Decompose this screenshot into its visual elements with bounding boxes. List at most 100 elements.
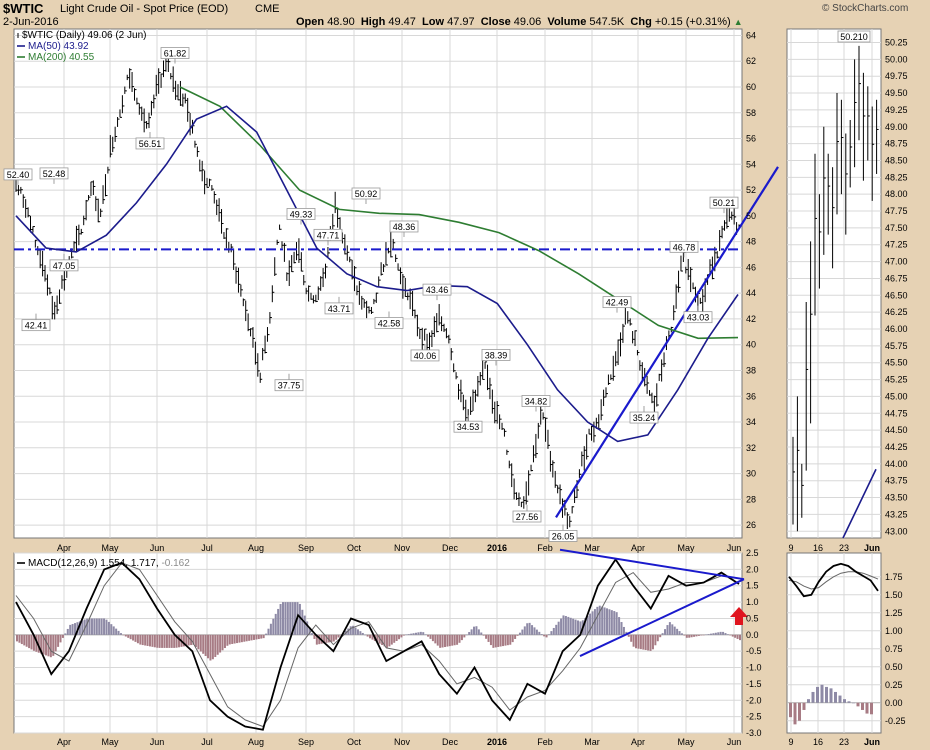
macd-histogram-bar [731, 634, 734, 637]
macd-x-tick: Aug [248, 737, 264, 747]
macd-histogram-bar [649, 634, 652, 651]
price-x-tick: Oct [347, 543, 362, 553]
macd-histogram-bar [564, 616, 567, 635]
zoom-macd-histogram-bar [802, 702, 806, 710]
macd-histogram-bar [502, 634, 505, 647]
macd-histogram-bar [115, 628, 118, 635]
zoom-y-tick: 49.50 [885, 88, 908, 98]
macd-histogram-bar [676, 628, 679, 635]
macd-histogram-bar [654, 634, 657, 646]
swing-label: 52.40 [7, 170, 30, 180]
zoom-macd-histogram-bar [834, 691, 837, 703]
macd-histogram-bar [714, 632, 717, 635]
swing-label: 35.24 [633, 413, 656, 423]
swing-label: 49.33 [290, 209, 313, 219]
macd-legend-value: -0.162 [161, 558, 190, 569]
macd-histogram-bar [178, 634, 181, 648]
price-y-tick: 50 [746, 211, 756, 221]
zoom-y-tick: 50.00 [885, 54, 908, 64]
macd-histogram-bar [477, 629, 480, 635]
macd-histogram-bar [717, 632, 720, 635]
macd-histogram-bar [724, 633, 727, 635]
macd-histogram-bar [107, 621, 110, 635]
macd-histogram-bar [417, 632, 420, 635]
zoom-high-label: 50.210 [840, 32, 868, 42]
macd-x-tick: Apr [57, 737, 71, 747]
swing-label: 42.41 [25, 321, 48, 331]
macd-histogram-bar [596, 606, 599, 635]
macd-histogram-bar [422, 632, 425, 635]
macd-histogram-bar [535, 629, 538, 635]
macd-histogram-bar [359, 631, 362, 635]
macd-histogram-bar [610, 610, 613, 635]
swing-label: 50.21 [713, 198, 736, 208]
macd-histogram-bar [576, 620, 579, 635]
macd-histogram-bar [303, 615, 306, 635]
macd-histogram-bar [465, 634, 468, 636]
macd-histogram-bar [30, 634, 33, 650]
macd-histogram-bar [28, 634, 31, 649]
macd-histogram-bar [61, 634, 64, 638]
macd-histogram-bar [144, 634, 147, 646]
macd-histogram-bar [608, 609, 611, 635]
zoom-y-tick: 48.00 [885, 189, 908, 199]
macd-histogram-bar [219, 634, 222, 653]
macd-histogram-bar [543, 634, 546, 637]
macd-histogram-bar [262, 634, 265, 639]
macd-histogram-bar [557, 621, 560, 635]
macd-histogram-bar [555, 624, 558, 635]
macd-y-tick: -2.5 [746, 712, 762, 722]
zoom-y-tick: 49.25 [885, 105, 908, 115]
macd-histogram-bar [494, 634, 497, 648]
macd-histogram-bar [705, 634, 708, 636]
macd-histogram-bar [20, 634, 23, 645]
macd-y-tick: -1.0 [746, 663, 762, 673]
macd-histogram-bar [69, 624, 72, 635]
macd-histogram-bar [393, 634, 396, 643]
macd-x-tick: Dec [442, 737, 459, 747]
price-y-tick: 44 [746, 288, 756, 298]
swing-label: 61.82 [164, 49, 187, 59]
macd-histogram-bar [441, 634, 444, 648]
macd-histogram-bar [252, 634, 255, 640]
swing-label: 38.39 [485, 350, 508, 360]
price-x-tick: Aug [248, 543, 264, 553]
macd-histogram-bar [54, 634, 57, 652]
macd-histogram-bar [451, 634, 454, 646]
zoom-macd-histogram-bar [816, 686, 819, 703]
macd-histogram-bar [693, 634, 696, 637]
macd-x-tick: Jun [150, 737, 165, 747]
macd-histogram-bar [690, 634, 693, 638]
macd-histogram-bar [298, 603, 301, 635]
macd-histogram-bar [141, 634, 144, 646]
zoom-y-tick: 49.00 [885, 122, 908, 132]
macd-histogram-bar [511, 634, 514, 643]
macd-histogram-bar [204, 634, 207, 657]
macd-histogram-bar [528, 622, 531, 635]
macd-y-tick: 2.0 [746, 564, 759, 574]
macd-histogram-bar [202, 634, 205, 654]
macd-histogram-bar [659, 634, 662, 638]
macd-histogram-bar [214, 634, 217, 658]
price-y-tick: 28 [746, 494, 756, 504]
macd-histogram-bar [59, 634, 62, 643]
zoom-macd-histogram-bar [843, 699, 846, 703]
macd-histogram-bar [216, 634, 219, 655]
macd-histogram-bar [458, 634, 461, 643]
macd-histogram-bar [390, 634, 393, 645]
macd-histogram-bar [446, 634, 449, 647]
zoom-y-tick: 46.25 [885, 307, 908, 317]
macd-histogram-bar [18, 634, 21, 643]
macd-histogram-bar [49, 634, 52, 658]
macd-histogram-bar [153, 634, 156, 648]
macd-y-tick: -3.0 [746, 728, 762, 738]
macd-histogram-bar [168, 634, 171, 648]
macd-histogram-bar [209, 634, 212, 661]
macd-histogram-bar [463, 634, 466, 638]
macd-y-tick: 1.5 [746, 581, 759, 591]
macd-histogram-bar [272, 618, 275, 635]
macd-histogram-bar [615, 612, 618, 635]
macd-histogram-bar [284, 602, 287, 635]
macd-histogram-bar [569, 617, 572, 635]
macd-histogram-bar [281, 602, 284, 635]
